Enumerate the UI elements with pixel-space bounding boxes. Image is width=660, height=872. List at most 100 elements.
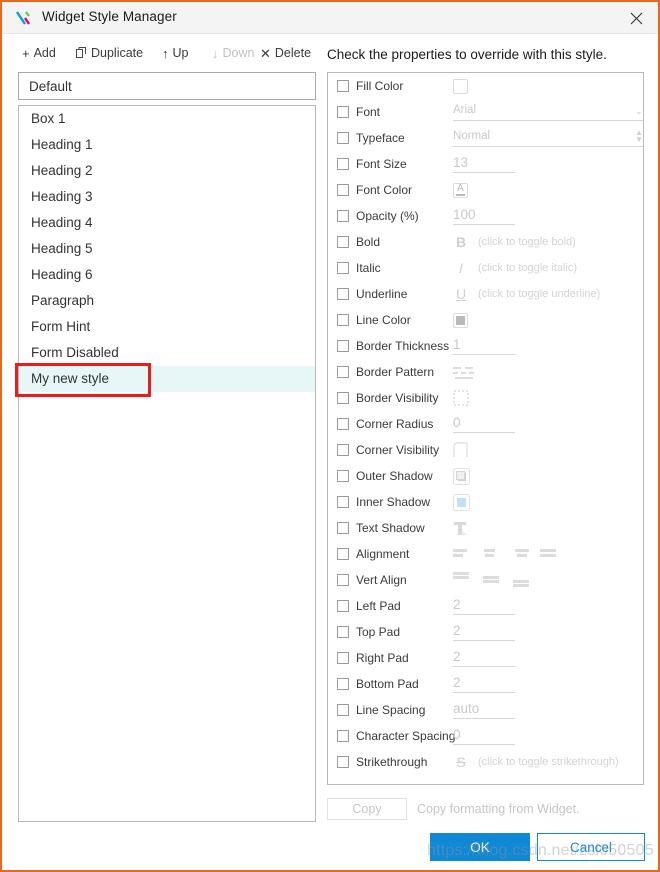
property-checkbox[interactable] <box>337 470 349 482</box>
list-item[interactable]: Paragraph <box>19 288 315 314</box>
property-checkbox[interactable] <box>337 262 349 274</box>
property-checkbox[interactable] <box>337 314 349 326</box>
property-value-input[interactable]: 0 <box>453 415 515 433</box>
property-row: Character Spacing 0 <box>328 723 643 749</box>
property-checkbox[interactable] <box>337 496 349 508</box>
property-row: Border Thickness 1 <box>328 333 643 359</box>
toggle-hint-label: (click to toggle underline) <box>478 288 601 300</box>
border-pattern-icon[interactable] <box>453 364 487 380</box>
property-checkbox[interactable] <box>337 236 349 248</box>
cancel-button[interactable]: Cancel <box>537 833 645 861</box>
property-row: Fill Color <box>328 73 643 99</box>
list-item[interactable]: Box 1 <box>19 106 315 132</box>
property-checkbox[interactable] <box>337 652 349 664</box>
close-x-icon: ✕ <box>260 45 271 61</box>
close-icon[interactable] <box>622 6 650 30</box>
fill-color-swatch[interactable] <box>453 78 468 94</box>
align-right-icon[interactable] <box>511 548 529 560</box>
toggle-underline-icon[interactable]: U <box>453 286 469 302</box>
property-label: Opacity (%) <box>356 209 419 223</box>
list-item[interactable]: Heading 6 <box>19 262 315 288</box>
move-up-button[interactable]: ↑ Up <box>162 46 188 60</box>
corner-visibility-icon[interactable] <box>453 442 469 458</box>
add-button[interactable]: + Add <box>22 46 56 60</box>
text-shadow-icon[interactable] <box>453 520 470 537</box>
property-checkbox[interactable] <box>337 210 349 222</box>
property-checkbox[interactable] <box>337 626 349 638</box>
copy-button[interactable]: Copy <box>327 798 407 820</box>
list-item[interactable]: Heading 4 <box>19 210 315 236</box>
property-value-input[interactable]: 2 <box>453 597 515 615</box>
property-checkbox[interactable] <box>337 288 349 300</box>
list-item[interactable]: Heading 5 <box>19 236 315 262</box>
property-checkbox[interactable] <box>337 574 349 586</box>
style-list[interactable]: Box 1 Heading 1 Heading 2 Heading 3 Heading … <box>18 105 316 822</box>
window-title: Widget Style Manager <box>42 9 177 24</box>
property-checkbox[interactable] <box>337 366 349 378</box>
move-up-button-label: Up <box>172 46 189 60</box>
property-value-input[interactable]: 1 <box>453 337 515 355</box>
property-checkbox[interactable] <box>337 132 349 144</box>
delete-button[interactable]: ✕ Delete <box>260 46 311 60</box>
property-checkbox[interactable] <box>337 704 349 716</box>
valign-top-icon[interactable] <box>453 572 472 588</box>
property-checkbox[interactable] <box>337 756 349 768</box>
property-value-input[interactable]: 2 <box>453 623 515 641</box>
property-select[interactable]: Arial ⌄ <box>453 103 643 121</box>
list-item[interactable]: Heading 3 <box>19 184 315 210</box>
list-item-label: My new style <box>31 371 110 386</box>
font-color-icon[interactable]: A <box>453 182 468 198</box>
line-color-swatch[interactable] <box>453 312 468 328</box>
property-row: Bottom Pad 2 <box>328 671 643 697</box>
list-item[interactable]: Heading 1 <box>19 132 315 158</box>
move-down-button[interactable]: ↓ Down <box>212 46 254 60</box>
valign-middle-icon[interactable] <box>483 572 502 588</box>
style-name-input[interactable]: Default <box>18 72 316 100</box>
property-row: Typeface Normal ▲ ▼ <box>328 125 643 151</box>
property-checkbox[interactable] <box>337 548 349 560</box>
property-checkbox[interactable] <box>337 678 349 690</box>
property-value-input[interactable]: 13 <box>453 155 515 173</box>
property-row: Text Shadow <box>328 515 643 541</box>
property-checkbox[interactable] <box>337 522 349 534</box>
toggle-italic-icon[interactable]: I <box>453 260 469 276</box>
list-item-label: Paragraph <box>31 293 95 308</box>
property-value-input[interactable]: 100 <box>453 207 515 225</box>
property-value-input[interactable]: 0 <box>453 727 515 745</box>
property-label: Left Pad <box>356 599 401 613</box>
property-select-value: Arial <box>453 104 477 116</box>
property-label: Typeface <box>356 131 405 145</box>
property-value-input[interactable]: 2 <box>453 649 515 667</box>
property-checkbox[interactable] <box>337 158 349 170</box>
property-value-input[interactable]: 2 <box>453 675 515 693</box>
align-center-icon[interactable] <box>482 548 499 560</box>
plus-icon: + <box>22 45 30 61</box>
list-item[interactable]: My new style <box>19 366 315 392</box>
border-visibility-icon[interactable] <box>453 390 469 406</box>
property-checkbox[interactable] <box>337 80 349 92</box>
property-spinner[interactable]: Normal ▲ ▼ <box>453 129 643 147</box>
valign-bottom-icon[interactable] <box>513 572 532 588</box>
property-checkbox[interactable] <box>337 340 349 352</box>
property-checkbox[interactable] <box>337 392 349 404</box>
property-checkbox[interactable] <box>337 730 349 742</box>
property-checkbox[interactable] <box>337 444 349 456</box>
align-justify-icon[interactable] <box>540 548 557 560</box>
property-checkbox[interactable] <box>337 106 349 118</box>
property-checkbox[interactable] <box>337 418 349 430</box>
property-checkbox[interactable] <box>337 600 349 612</box>
properties-panel[interactable]: Fill Color Font Arial ⌄ Typeface Normal ▲ ▼ Font… <box>327 72 644 785</box>
list-item[interactable]: Form Hint <box>19 314 315 340</box>
toggle-bold-icon[interactable]: B <box>453 234 469 250</box>
duplicate-button[interactable]: Duplicate <box>76 46 143 60</box>
chevron-down-icon: ⌄ <box>634 106 643 117</box>
list-item[interactable]: Heading 2 <box>19 158 315 184</box>
ok-button[interactable]: OK <box>430 833 530 861</box>
outer-shadow-icon[interactable] <box>453 467 470 485</box>
inner-shadow-icon[interactable] <box>453 493 470 511</box>
toggle-strikethrough-icon[interactable]: S <box>453 754 469 770</box>
list-item[interactable]: Form Disabled <box>19 340 315 366</box>
property-value-input[interactable]: auto <box>453 701 515 719</box>
align-left-icon[interactable] <box>453 548 470 560</box>
property-checkbox[interactable] <box>337 184 349 196</box>
